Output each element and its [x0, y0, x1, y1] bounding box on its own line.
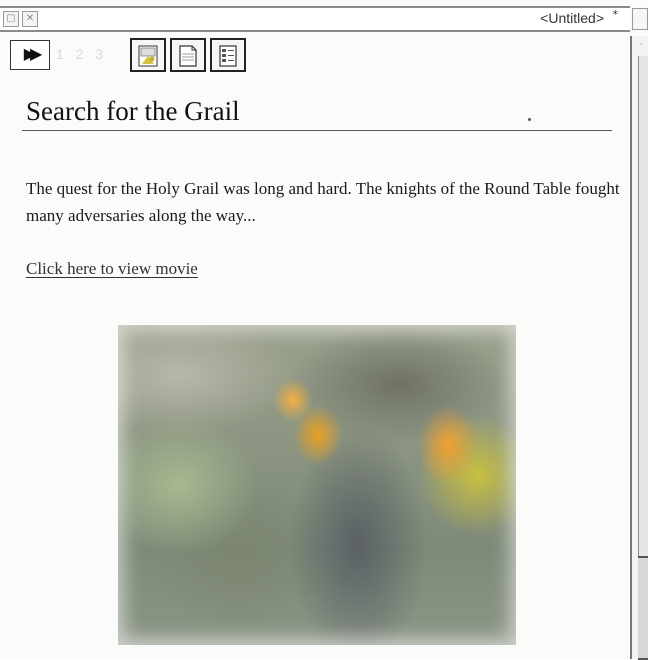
scrollbar-thumb[interactable]: [638, 556, 648, 660]
fast-forward-icon[interactable]: ▶▶: [10, 40, 50, 70]
modified-marker: *: [612, 8, 619, 21]
scroll-up-icon[interactable]: ·: [634, 40, 648, 54]
page-numbers: 1 2 3: [56, 46, 108, 62]
window-toggle-icon[interactable]: ✕: [22, 11, 38, 27]
view-movie-link[interactable]: Click here to view movie: [26, 259, 198, 279]
page-title: Search for the Grail: [26, 96, 240, 126]
title-bar[interactable]: ▢ ✕ <Untitled> *: [0, 6, 630, 32]
form-icon: [219, 45, 237, 67]
toolbar: ▶▶ 1 2 3: [6, 36, 246, 72]
title-rule: [22, 130, 612, 131]
browser-window: ▢ ✕ <Untitled> * ▶▶ 1 2 3 · Search for t…: [0, 0, 648, 660]
document-icon: [179, 45, 197, 67]
window-title: <Untitled>: [540, 10, 604, 26]
window-size-icon[interactable]: [632, 8, 648, 30]
picture-button[interactable]: [130, 38, 166, 72]
intro-paragraph: The quest for the Holy Grail was long an…: [26, 179, 620, 225]
picture-icon: [138, 45, 158, 67]
form-button[interactable]: [210, 38, 246, 72]
document-button[interactable]: [170, 38, 206, 72]
knights-photo[interactable]: [118, 325, 516, 645]
decorative-dot: [528, 118, 531, 121]
vertical-scrollbar[interactable]: ·: [630, 36, 648, 660]
window-close-icon[interactable]: ▢: [3, 11, 19, 27]
